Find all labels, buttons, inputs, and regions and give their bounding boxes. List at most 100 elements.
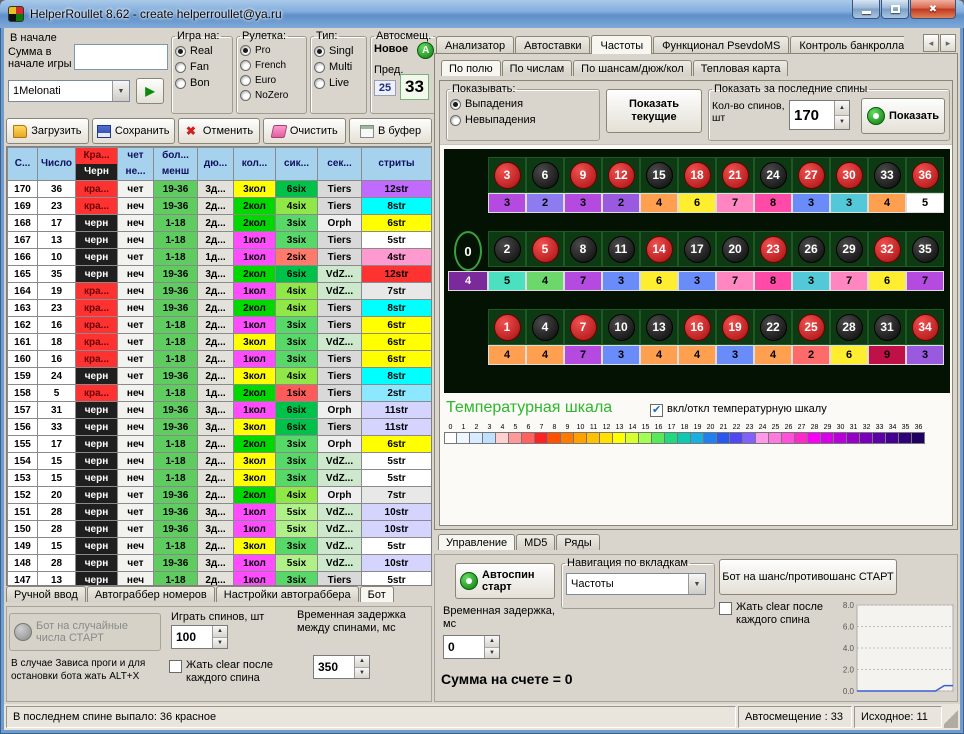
spin-up-icon[interactable]: ▲ [213, 626, 227, 638]
radio-circle-icon [240, 75, 251, 86]
spin-down-icon[interactable]: ▼ [485, 648, 499, 659]
play-spins-spinner[interactable]: 100 ▲▼ [171, 625, 228, 649]
tab-Автограббер номеров[interactable]: Автограббер номеров [87, 586, 215, 602]
radio-option-Real[interactable]: Real [175, 43, 229, 59]
tab-Ручной ввод[interactable]: Ручной ввод [6, 586, 86, 602]
field-number-cell-19: 19 [716, 309, 754, 345]
tab-scroll-right-button[interactable]: ▸ [940, 34, 956, 52]
table-cell: 10str [362, 555, 432, 572]
radio-option-NoZero[interactable]: NoZero [240, 88, 303, 103]
preset-combobox[interactable]: 1Melonati ▼ [8, 80, 130, 102]
clipboard-button[interactable]: В буфер [349, 118, 432, 144]
radio-option-Multi[interactable]: Multi [314, 59, 363, 75]
table-cell: 169 [8, 198, 38, 215]
minimize-button[interactable] [852, 0, 880, 19]
tab-Тепловая карта[interactable]: Тепловая карта [693, 60, 789, 76]
spin-delay-spinner[interactable]: 350 ▲▼ [313, 655, 370, 679]
show-button[interactable]: Показать [861, 98, 945, 134]
tab-По шансам/дюж/кол[interactable]: По шансам/дюж/кол [573, 60, 692, 76]
save-button[interactable]: Сохранить [92, 118, 175, 144]
scale-number: 14 [626, 423, 639, 432]
tab-Автоставки[interactable]: Автоставки [515, 36, 590, 54]
tab-Ряды[interactable]: Ряды [556, 534, 599, 550]
random-numbers-bot-button[interactable]: Бот на случайные числа СТАРТ [9, 613, 161, 651]
radio-option-French[interactable]: French [240, 58, 303, 73]
tab-Управление[interactable]: Управление [438, 534, 515, 550]
chevron-down-icon[interactable]: ▼ [112, 81, 129, 101]
show-current-button[interactable]: Показать текущие [606, 89, 702, 133]
tab-navigation-combobox[interactable]: Частоты ▼ [566, 573, 706, 595]
spins-count-value[interactable]: 170 [790, 101, 834, 129]
radio-option-Fan[interactable]: Fan [175, 59, 229, 75]
clear-after-spin-checkbox[interactable]: Жать clear после каждого спина [169, 659, 297, 685]
delay-spinner[interactable]: 0 ▲▼ [443, 635, 500, 659]
radio-option-Singl[interactable]: Singl [314, 43, 363, 59]
autospin-start-button[interactable]: Автоспин старт [455, 563, 555, 599]
table-cell: 36 [38, 181, 76, 198]
spin-down-icon[interactable]: ▼ [213, 638, 227, 649]
table-cell: 17 [38, 215, 76, 232]
tab-Частоты[interactable]: Частоты [591, 35, 652, 54]
spin-down-icon[interactable]: ▼ [835, 116, 849, 130]
close-button[interactable]: ✖ [910, 0, 956, 19]
table-cell: 3six [276, 317, 318, 334]
spin-up-icon[interactable]: ▲ [835, 101, 849, 116]
temperature-scale-checkbox-label: вкл/откл температурную шкалу [667, 403, 827, 416]
spin-up-icon[interactable]: ▲ [355, 656, 369, 668]
tab-Бот[interactable]: Бот [360, 586, 394, 602]
checkbox-icon [719, 602, 732, 615]
tab-Контроль банкролла[interactable]: Контроль банкролла [790, 36, 904, 54]
radio-option-Live[interactable]: Live [314, 75, 363, 91]
table-cell: 19-36 [154, 198, 198, 215]
table-cell: черн [76, 215, 118, 232]
tab-По числам[interactable]: По числам [502, 60, 573, 76]
tab-Анализатор[interactable]: Анализатор [436, 36, 514, 54]
table-cell: Tiers [318, 351, 362, 368]
radio-option-Невыпадения[interactable]: Невыпадения [450, 112, 596, 128]
radio-option-Pro[interactable]: Pro [240, 43, 303, 58]
scale-swatch [860, 432, 873, 444]
resize-grip[interactable] [944, 706, 958, 728]
table-cell: 3six [276, 538, 318, 555]
play-spins-value[interactable]: 100 [172, 626, 212, 648]
temperature-scale-checkbox[interactable]: вкл/откл температурную шкалу [650, 403, 827, 417]
number-circle-8: 8 [570, 236, 597, 263]
table-row: 15028чернчет19-363д...1кол5sixVdZ...10st… [8, 521, 432, 538]
chevron-down-icon[interactable]: ▼ [688, 574, 705, 594]
frequencies-tab-page: По полюПо числамПо шансам/дюж/колТеплова… [434, 53, 958, 530]
scale-swatch [548, 432, 561, 444]
spins-count-spinner[interactable]: 170 ▲▼ [789, 100, 850, 130]
start-sum-input[interactable] [74, 44, 168, 70]
spin-up-icon[interactable]: ▲ [485, 636, 499, 648]
spin-down-icon[interactable]: ▼ [355, 668, 369, 679]
radio-option-Euro[interactable]: Euro [240, 73, 303, 88]
radio-option-Выпадения[interactable]: Выпадения [450, 96, 596, 112]
scale-cell-9: 9 [561, 423, 574, 444]
svg-text:0.0: 0.0 [843, 687, 855, 696]
field-count-23: 8 [754, 271, 792, 291]
spin-delay-value[interactable]: 350 [314, 656, 354, 678]
folder-button[interactable]: Загрузить [6, 118, 89, 144]
tab-По полю[interactable]: По полю [441, 60, 501, 76]
tab-Функционал PsevdoMS[interactable]: Функционал PsevdoMS [653, 36, 789, 54]
tab-scroll-left-button[interactable]: ◂ [923, 34, 939, 52]
chance-bot-start-button[interactable]: Бот на шанс/противошанс СТАРТ [719, 559, 897, 595]
toolbar-button-label: Отменить [203, 125, 253, 137]
field-number-cell-20: 20 [716, 231, 754, 267]
eraser-button[interactable]: Очистить [263, 118, 346, 144]
spins-table-container[interactable]: С...ЧислоКра...Чернчетне...бол...меншдю.… [6, 146, 432, 586]
tab-MD5[interactable]: MD5 [516, 534, 555, 550]
field-number-cell-24: 24 [754, 157, 792, 193]
play-button[interactable]: ▶ [136, 78, 164, 104]
maximize-button[interactable] [881, 0, 909, 19]
table-cell: чет [118, 504, 154, 521]
table-cell: 3кол [234, 538, 276, 555]
table-cell: 3кол [234, 470, 276, 487]
cancel-button[interactable]: Отменить [178, 118, 261, 144]
radio-option-Bon[interactable]: Bon [175, 75, 229, 91]
radio-label: Singl [329, 45, 353, 57]
table-cell: 1-18 [154, 453, 198, 470]
tab-Настройки автограббера[interactable]: Настройки автограббера [216, 586, 359, 602]
delay-value[interactable]: 0 [444, 636, 484, 658]
titlebar[interactable]: HelperRoullet 8.62 - create helperroulle… [0, 0, 964, 28]
